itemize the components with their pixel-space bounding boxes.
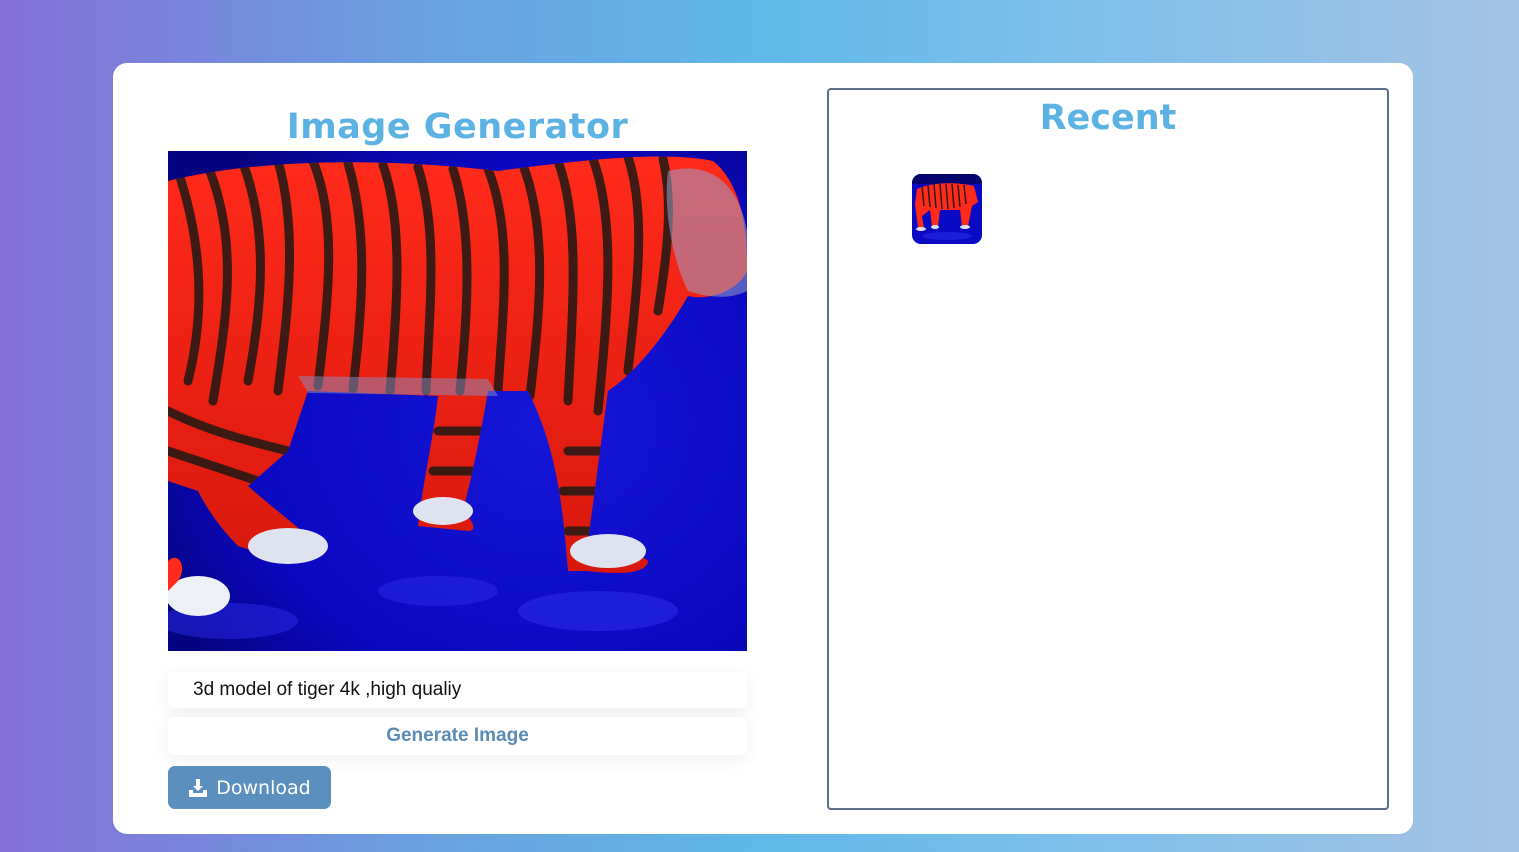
recent-thumbnail[interactable] [912,174,982,244]
main-card: Image Generator 3d model of tiger 4k ,hi… [113,63,1413,834]
prompt-input[interactable] [168,672,747,708]
download-label: Download [216,776,311,799]
page-title: Image Generator [286,107,629,147]
recent-title: Recent [1039,98,1177,138]
generated-image [168,151,747,651]
generate-image-button[interactable]: Generate Image [168,717,747,755]
download-button[interactable]: Download [168,766,331,809]
recent-panel: Recent [827,88,1389,810]
download-icon [188,778,208,798]
